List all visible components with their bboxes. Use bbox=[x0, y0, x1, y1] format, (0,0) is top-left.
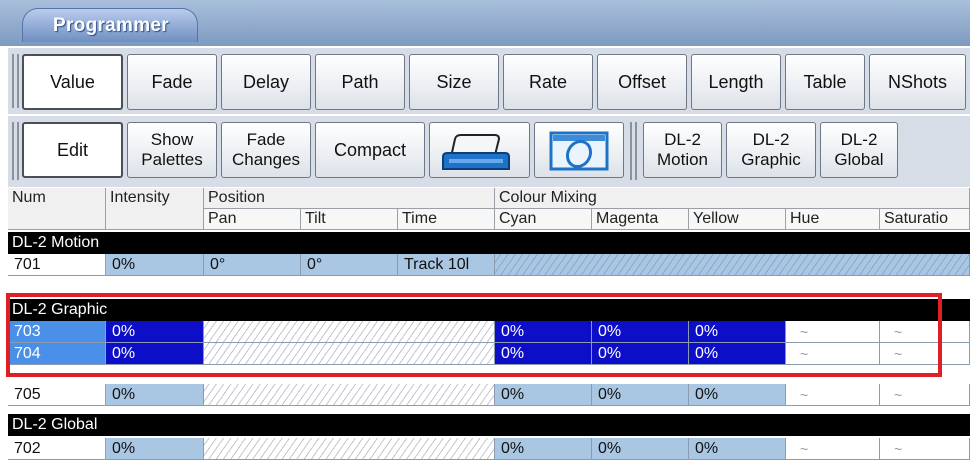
dl2-graphic-button[interactable]: DL-2 Graphic bbox=[726, 122, 816, 178]
path-button[interactable]: Path bbox=[315, 54, 405, 110]
cyan-cell[interactable]: 0% bbox=[495, 384, 592, 406]
group-row-dl2-motion[interactable]: DL-2 Motion bbox=[8, 232, 970, 254]
empty-colour-cells bbox=[495, 254, 970, 276]
delay-button[interactable]: Delay bbox=[221, 54, 311, 110]
title-bar: Programmer bbox=[0, 0, 970, 46]
intensity-cell[interactable]: 0% bbox=[106, 321, 204, 343]
offset-button[interactable]: Offset bbox=[597, 54, 687, 110]
toolbar-view-options: Edit Show Palettes Fade Changes Compact … bbox=[8, 116, 970, 187]
intensity-cell[interactable]: 0% bbox=[106, 384, 204, 406]
saturation-cell[interactable]: ~ bbox=[880, 321, 970, 343]
col-group-colour-mixing: Colour Mixing bbox=[495, 188, 970, 209]
row-num[interactable]: 704 bbox=[8, 343, 106, 365]
cyan-cell[interactable]: 0% bbox=[495, 438, 592, 460]
fade-changes-line2: Changes bbox=[231, 150, 301, 169]
col-header-tilt[interactable]: Tilt bbox=[301, 209, 398, 230]
pan-cell[interactable]: 0° bbox=[204, 254, 301, 276]
magenta-cell[interactable]: 0% bbox=[592, 438, 689, 460]
magenta-cell[interactable]: 0% bbox=[592, 384, 689, 406]
lens-button[interactable] bbox=[534, 122, 624, 178]
hue-cell[interactable]: ~ bbox=[786, 343, 880, 365]
yellow-cell[interactable]: 0% bbox=[689, 321, 786, 343]
nshots-button[interactable]: NShots bbox=[869, 54, 966, 110]
col-header-yellow[interactable]: Yellow bbox=[689, 209, 786, 230]
empty-position-cells bbox=[204, 438, 495, 460]
lens-icon bbox=[549, 131, 609, 171]
print-button[interactable] bbox=[429, 122, 530, 178]
empty-position-cells bbox=[204, 343, 495, 365]
col-header-intensity[interactable]: Intensity bbox=[106, 188, 204, 230]
tilt-cell[interactable]: 0° bbox=[301, 254, 398, 276]
col-header-magenta[interactable]: Magenta bbox=[592, 209, 689, 230]
printer-icon bbox=[442, 134, 510, 170]
saturation-cell[interactable]: ~ bbox=[880, 438, 970, 460]
row-num[interactable]: 703 bbox=[8, 321, 106, 343]
edit-button[interactable]: Edit bbox=[22, 122, 123, 178]
col-header-num[interactable]: Num bbox=[8, 188, 106, 230]
fade-changes-button[interactable]: Fade Changes bbox=[221, 122, 311, 178]
dl2-global-line2: Global bbox=[834, 150, 884, 169]
toolbar-separator bbox=[630, 122, 637, 180]
col-header-saturation[interactable]: Saturatio bbox=[880, 209, 970, 230]
cyan-cell[interactable]: 0% bbox=[495, 321, 592, 343]
toolbar-value-types: Value Fade Delay Path Size Rate Offset L… bbox=[8, 48, 970, 114]
toolbar-grip[interactable] bbox=[12, 54, 19, 108]
empty-position-cells bbox=[204, 384, 495, 406]
dl2-motion-button[interactable]: DL-2 Motion bbox=[643, 122, 722, 178]
yellow-cell[interactable]: 0% bbox=[689, 438, 786, 460]
empty-position-cells bbox=[204, 321, 495, 343]
intensity-cell[interactable]: 0% bbox=[106, 254, 204, 276]
hue-cell[interactable]: ~ bbox=[786, 438, 880, 460]
saturation-cell[interactable]: ~ bbox=[880, 384, 970, 406]
cyan-cell[interactable]: 0% bbox=[495, 343, 592, 365]
rate-button[interactable]: Rate bbox=[503, 54, 593, 110]
show-palettes-line1: Show bbox=[150, 130, 194, 149]
group-row-dl2-graphic[interactable]: DL-2 Graphic bbox=[8, 299, 970, 321]
dl2-global-line1: DL-2 bbox=[840, 130, 878, 149]
row-num[interactable]: 702 bbox=[8, 438, 106, 460]
col-header-hue[interactable]: Hue bbox=[786, 209, 880, 230]
row-num[interactable]: 701 bbox=[8, 254, 106, 276]
time-cell[interactable]: Track 10l bbox=[398, 254, 495, 276]
yellow-cell[interactable]: 0% bbox=[689, 343, 786, 365]
dl2-motion-line2: Motion bbox=[656, 150, 709, 169]
fade-button[interactable]: Fade bbox=[127, 54, 217, 110]
show-palettes-line2: Palettes bbox=[141, 150, 203, 169]
compact-button[interactable]: Compact bbox=[315, 122, 425, 178]
col-header-cyan[interactable]: Cyan bbox=[495, 209, 592, 230]
magenta-cell[interactable]: 0% bbox=[592, 343, 689, 365]
value-button[interactable]: Value bbox=[22, 54, 123, 110]
dl2-graphic-line2: Graphic bbox=[741, 150, 801, 169]
programmer-tab[interactable]: Programmer bbox=[22, 8, 198, 42]
intensity-cell[interactable]: 0% bbox=[106, 343, 204, 365]
group-row-dl2-global[interactable]: DL-2 Global bbox=[8, 414, 970, 436]
magenta-cell[interactable]: 0% bbox=[592, 321, 689, 343]
col-group-position: Position bbox=[204, 188, 495, 209]
col-header-time[interactable]: Time bbox=[398, 209, 495, 230]
saturation-cell[interactable]: ~ bbox=[880, 343, 970, 365]
show-palettes-button[interactable]: Show Palettes bbox=[127, 122, 217, 178]
dl2-graphic-line1: DL-2 bbox=[752, 130, 790, 149]
row-num[interactable]: 705 bbox=[8, 384, 106, 406]
programmer-grid: Num Intensity Position Colour Mixing Pan… bbox=[8, 188, 970, 464]
length-button[interactable]: Length bbox=[691, 54, 781, 110]
yellow-cell[interactable]: 0% bbox=[689, 384, 786, 406]
hue-cell[interactable]: ~ bbox=[786, 321, 880, 343]
table-button[interactable]: Table bbox=[785, 54, 865, 110]
fade-changes-line1: Fade bbox=[246, 130, 286, 149]
dl2-global-button[interactable]: DL-2 Global bbox=[820, 122, 898, 178]
size-button[interactable]: Size bbox=[409, 54, 499, 110]
hue-cell[interactable]: ~ bbox=[786, 384, 880, 406]
intensity-cell[interactable]: 0% bbox=[106, 438, 204, 460]
toolbar-grip[interactable] bbox=[12, 122, 19, 180]
dl2-motion-line1: DL-2 bbox=[664, 130, 701, 149]
col-header-pan[interactable]: Pan bbox=[204, 209, 301, 230]
window-title: Programmer bbox=[53, 15, 169, 36]
